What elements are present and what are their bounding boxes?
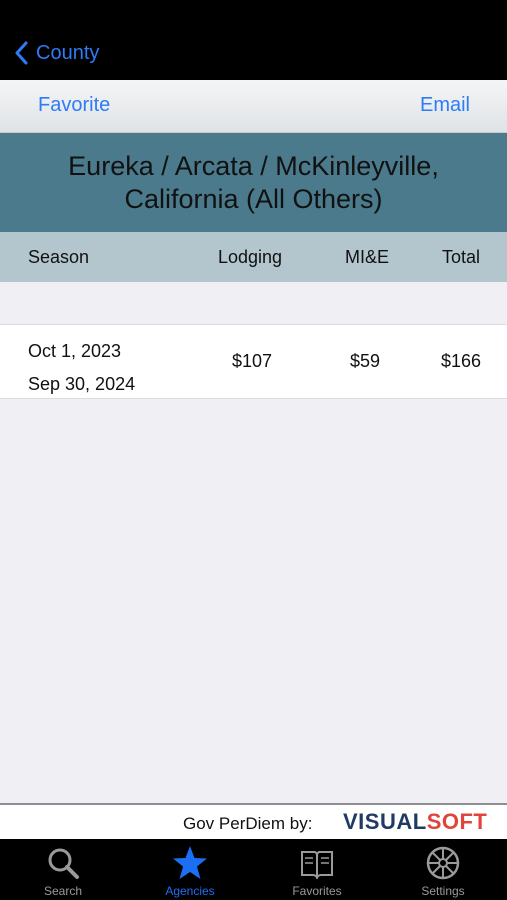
back-button[interactable]: County <box>14 38 99 68</box>
back-label: County <box>36 41 100 64</box>
magnifier-icon <box>0 845 126 881</box>
total-rate: $166 <box>441 351 482 371</box>
tab-label-settings: Settings <box>421 884 465 898</box>
visualsoft-logo[interactable]: VISUALSOFT <box>343 809 487 835</box>
star-icon <box>127 845 253 881</box>
logo-part-soft: SOFT <box>426 809 488 834</box>
credit-text: Gov PerDiem by: <box>183 814 313 833</box>
lodging-rate: $107 <box>232 351 273 371</box>
tab-label-search: Search <box>43 884 83 898</box>
mie-rate: $59 <box>350 351 381 371</box>
tab-search[interactable]: Search <box>0 839 126 900</box>
season-start-date: Oct 1, 2023 <box>28 341 122 361</box>
table-header: Season Lodging MI&E Total <box>0 232 507 282</box>
table-row[interactable]: Oct 1, 2023 Sep 30, 2024 $107 $59 $166 <box>0 324 507 399</box>
tab-settings[interactable]: Settings <box>380 839 506 900</box>
navigation-bar: County <box>0 0 507 80</box>
email-button[interactable]: Email <box>420 94 470 117</box>
season-dates: Oct 1, 2023 Sep 30, 2024 <box>28 335 135 401</box>
tab-label-favorites: Favorites <box>292 884 342 898</box>
logo-part-visual: VISUAL <box>343 809 427 834</box>
tab-bar: Search Agencies Favorites Settings <box>0 839 507 900</box>
chevron-left-icon <box>14 41 28 65</box>
tab-label-agencies: Agencies <box>165 884 215 898</box>
book-icon <box>254 845 380 881</box>
location-header: Eureka / Arcata / McKinleyville, Califor… <box>0 133 507 232</box>
location-title: Eureka / Arcata / McKinleyville, Califor… <box>68 150 439 214</box>
season-end-date: Sep 30, 2024 <box>28 374 136 394</box>
favorite-button[interactable]: Favorite <box>38 94 110 117</box>
column-header-total: Total <box>442 247 481 267</box>
column-header-season: Season <box>28 247 90 267</box>
tab-agencies[interactable]: Agencies <box>127 839 253 900</box>
credit-banner: Gov PerDiem by: VISUALSOFT <box>0 803 507 841</box>
tab-favorites[interactable]: Favorites <box>254 839 380 900</box>
column-header-lodging: Lodging <box>218 247 283 267</box>
gear-icon <box>380 845 506 881</box>
action-toolbar: Favorite Email <box>0 80 507 133</box>
column-header-mie: MI&E <box>345 247 390 267</box>
